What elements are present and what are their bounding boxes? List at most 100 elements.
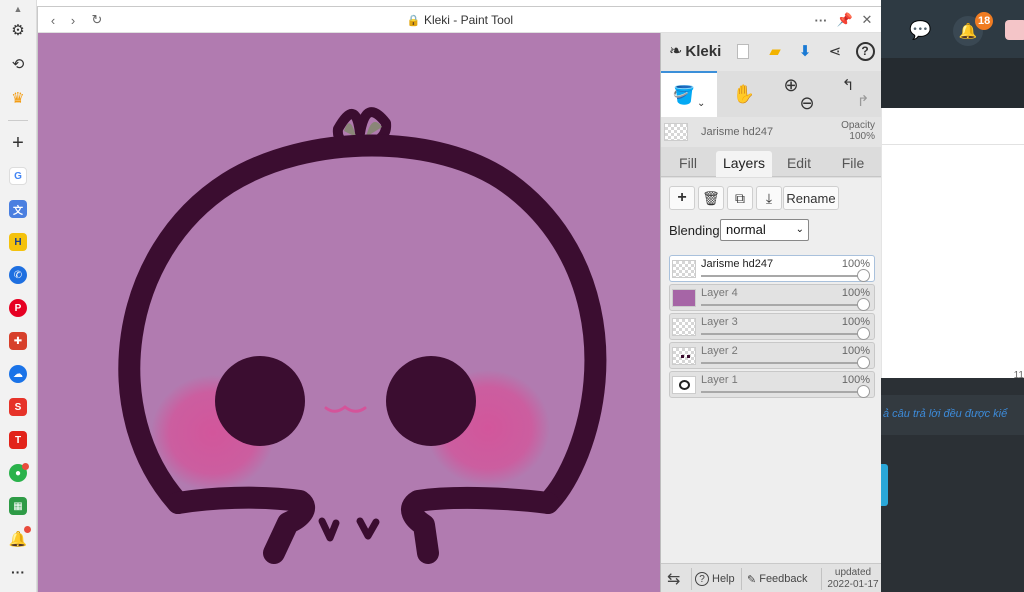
- zoom-out-icon[interactable]: ⊖: [799, 94, 814, 112]
- history-tools: ↰ ↱: [827, 71, 883, 117]
- zoom-in-icon[interactable]: ⊕: [783, 76, 798, 94]
- sidebar-divider: [8, 120, 28, 121]
- delete-layer-button[interactable]: 🗑: [698, 186, 724, 210]
- right-eye: [386, 356, 476, 446]
- download-icon[interactable]: ⬇: [795, 41, 815, 61]
- notification-dot: [22, 463, 29, 470]
- chat-icon[interactable]: 💬: [909, 20, 931, 40]
- popup-window: ‹ › ↻ 🔒 Kleki - Paint Tool ··· 📌 ✕ ❧ Kle…: [37, 6, 883, 592]
- zoom-tools: ⊕ ⊖: [771, 71, 827, 117]
- chevron-down-icon: ⌄: [697, 97, 706, 109]
- background-bar: [881, 58, 1024, 108]
- layer-thumbnail: [672, 289, 696, 307]
- close-icon[interactable]: ✕: [858, 11, 876, 29]
- settings-icon[interactable]: ⚙: [6, 18, 30, 42]
- kleki-logo[interactable]: ❧ Kleki: [669, 41, 721, 61]
- panel-tabs: Fill Layers Edit File: [661, 147, 883, 177]
- redo-icon[interactable]: ↱: [857, 94, 870, 110]
- background-header: 💬 🔔 18: [881, 0, 1024, 58]
- undo-icon[interactable]: ↰: [842, 78, 855, 94]
- layer-thumbnail: [672, 376, 696, 394]
- layer-row[interactable]: Layer 2 100%: [669, 342, 875, 369]
- tab-fill[interactable]: Fill: [667, 151, 709, 177]
- current-layer-info: Jarisme hd247 Opacity 100%: [661, 117, 883, 147]
- sidebar-scroll-up-icon[interactable]: ▲: [6, 2, 30, 16]
- shield-app-icon[interactable]: ✚: [9, 332, 27, 350]
- background-content: 11: [881, 108, 1024, 381]
- pin-icon[interactable]: 📌: [836, 11, 854, 29]
- swap-side-icon[interactable]: ⇆: [667, 564, 680, 592]
- shopee-icon[interactable]: S: [9, 398, 27, 416]
- merge-down-icon: ⤓: [765, 189, 773, 206]
- current-layer-name: Jarisme hd247: [701, 126, 774, 138]
- duplicate-icon: ⧉: [735, 189, 745, 206]
- layer-row[interactable]: Layer 4 100%: [669, 284, 875, 311]
- current-layer-thumbnail: [664, 123, 688, 141]
- updated-info: updated 2022-01-17: [827, 567, 879, 590]
- tab-edit[interactable]: Edit: [777, 151, 821, 177]
- cloud-app-icon[interactable]: ☁: [9, 365, 27, 383]
- fill-bucket-tool[interactable]: 🪣 ⌄: [661, 71, 717, 117]
- slider-knob[interactable]: [857, 356, 870, 369]
- layer-row[interactable]: Jarisme hd247 100%: [669, 255, 875, 282]
- open-folder-icon[interactable]: ▰: [765, 41, 785, 61]
- sheet-app-icon[interactable]: ▦: [9, 497, 27, 515]
- layer-thumbnail: [672, 318, 696, 336]
- slider-knob[interactable]: [857, 385, 870, 398]
- layer-opacity-slider[interactable]: [701, 391, 862, 393]
- opacity-readout: Opacity 100%: [841, 120, 875, 142]
- pinterest-icon[interactable]: P: [9, 299, 27, 317]
- panel-header: ❧ Kleki ▰ ⬇ ⋖ ?: [661, 33, 883, 71]
- slider-knob[interactable]: [857, 298, 870, 311]
- chevron-down-icon: ⌄: [795, 224, 804, 235]
- layer-opacity-slider[interactable]: [701, 333, 862, 335]
- panel-footer: ⇆ ? Help ✎ Feedback updated 2022-01-17: [661, 563, 883, 592]
- new-image-icon[interactable]: [733, 41, 753, 61]
- history-icon[interactable]: ⟲: [6, 52, 30, 76]
- tab-layers[interactable]: Layers: [716, 151, 772, 177]
- layer-row[interactable]: Layer 1 100%: [669, 371, 875, 398]
- slider-knob[interactable]: [857, 269, 870, 282]
- kleki-logo-icon: ❧: [669, 43, 683, 60]
- hand-tool[interactable]: ✋: [717, 71, 771, 117]
- messenger-icon[interactable]: ✆: [9, 266, 27, 284]
- side-tab[interactable]: [881, 464, 888, 506]
- drawing-canvas[interactable]: [38, 33, 660, 592]
- app-h-icon[interactable]: H: [9, 233, 27, 251]
- blending-select[interactable]: normal ⌄: [720, 219, 809, 241]
- translate-icon[interactable]: 文: [9, 200, 27, 218]
- partial-text: ả câu trả lời đều được kiể: [883, 408, 1008, 420]
- rename-button[interactable]: Rename: [783, 186, 839, 210]
- hand-icon: ✋: [732, 83, 756, 104]
- google-icon[interactable]: G: [9, 167, 27, 185]
- help-circle-icon[interactable]: ?: [855, 41, 875, 61]
- left-foot: [167, 486, 315, 564]
- help-button[interactable]: ? Help: [695, 564, 735, 592]
- mark-right: [356, 517, 380, 540]
- layer-row[interactable]: Layer 3 100%: [669, 313, 875, 340]
- blending-label: Blending: [669, 223, 720, 238]
- left-eye: [215, 356, 305, 446]
- avatar[interactable]: [1005, 20, 1024, 40]
- add-app-icon[interactable]: +: [6, 131, 30, 155]
- duplicate-layer-button[interactable]: ⧉: [727, 186, 753, 210]
- layer-thumbnail: [672, 347, 696, 365]
- layer-opacity-slider[interactable]: [701, 362, 862, 364]
- slider-knob[interactable]: [857, 327, 870, 340]
- tab-file[interactable]: File: [831, 151, 875, 177]
- tool-bar: 🪣 ⌄ ✋ ⊕ ⊖ ↰ ↱: [661, 71, 883, 117]
- crown-icon[interactable]: ♛: [6, 86, 30, 110]
- trash-icon: 🗑: [702, 189, 720, 206]
- more-dots-icon[interactable]: ···: [812, 11, 830, 29]
- layer-opacity-slider[interactable]: [701, 275, 862, 277]
- add-layer-button[interactable]: +: [669, 186, 695, 210]
- merge-layer-button[interactable]: ⤓: [756, 186, 782, 210]
- background-strip: ả câu trả lời đều được kiể: [881, 395, 1024, 435]
- feedback-button[interactable]: ✎ Feedback: [747, 564, 808, 592]
- tiki-icon[interactable]: T: [9, 431, 27, 449]
- more-dots-icon[interactable]: ···: [6, 560, 30, 584]
- kleki-panel: ❧ Kleki ▰ ⬇ ⋖ ? 🪣 ⌄ ✋ ⊕ ⊖ ↰ ↱ Jarisme hd…: [660, 33, 883, 592]
- share-icon[interactable]: ⋖: [825, 41, 845, 61]
- layer-opacity-slider[interactable]: [701, 304, 862, 306]
- paint-bucket-icon: 🪣: [672, 84, 696, 105]
